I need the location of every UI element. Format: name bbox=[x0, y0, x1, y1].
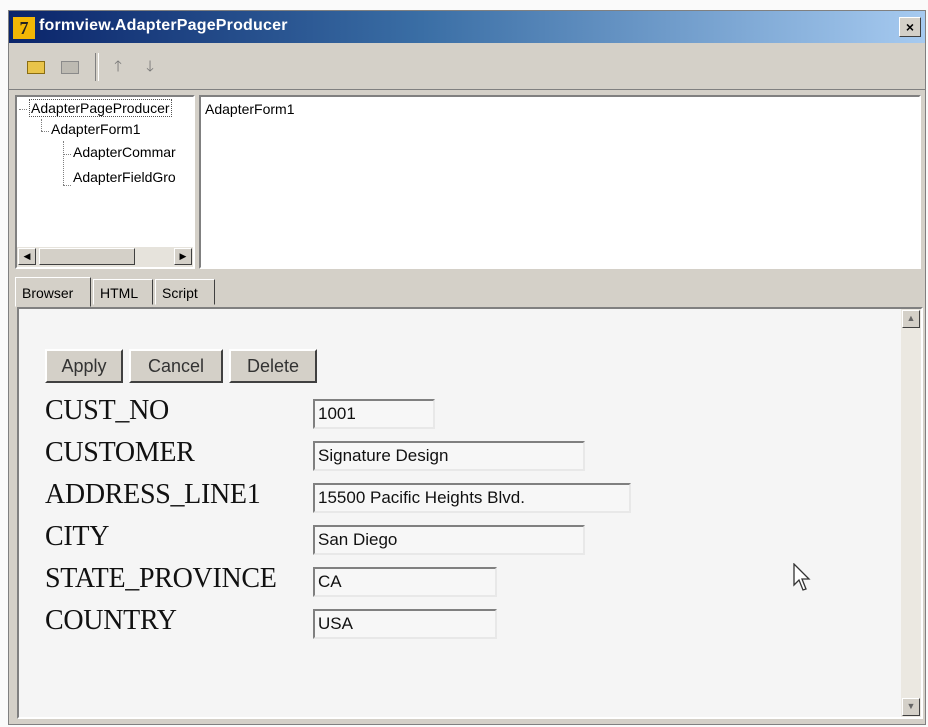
browser-vertical-scrollbar[interactable]: ▲ ▼ bbox=[901, 309, 921, 717]
delete-folder-icon bbox=[61, 61, 79, 74]
toolbar-separator bbox=[95, 53, 99, 81]
scroll-left-button[interactable]: ◀ bbox=[18, 248, 36, 265]
open-folder-icon bbox=[27, 61, 45, 74]
scroll-thumb[interactable] bbox=[39, 248, 135, 265]
browser-preview-panel: Apply Cancel Delete CUST_NO 1001 CUSTOME… bbox=[17, 307, 923, 719]
window-title: formview.AdapterPageProducer bbox=[39, 17, 288, 34]
apply-button[interactable]: Apply bbox=[45, 349, 123, 383]
designer-window: 7 formview.AdapterPageProducer × 🡑 🡓 Ada… bbox=[8, 10, 926, 725]
input-cust-no[interactable]: 1001 bbox=[313, 399, 435, 429]
tree-connector bbox=[63, 185, 71, 186]
label-address-line1: ADDRESS_LINE1 bbox=[45, 479, 261, 510]
delphi-app-icon: 7 bbox=[13, 17, 35, 39]
scroll-down-button[interactable]: ▼ bbox=[902, 698, 920, 716]
tab-script[interactable]: Script bbox=[155, 279, 215, 305]
label-country: COUNTRY bbox=[45, 605, 177, 636]
tree-item-adapterform1[interactable]: AdapterForm1 bbox=[51, 121, 140, 137]
tab-html[interactable]: HTML bbox=[93, 279, 153, 305]
cancel-button[interactable]: Cancel bbox=[129, 349, 223, 383]
component-tree[interactable]: AdapterPageProducer AdapterForm1 Adapter… bbox=[15, 95, 195, 269]
tree-item-adaptercommand[interactable]: AdapterCommar bbox=[73, 144, 176, 160]
input-address-line1[interactable]: 15500 Pacific Heights Blvd. bbox=[313, 483, 631, 513]
structure-preview[interactable]: AdapterForm1 bbox=[199, 95, 921, 269]
new-item-button[interactable] bbox=[21, 55, 47, 79]
scroll-up-button[interactable]: ▲ bbox=[902, 310, 920, 328]
title-bar[interactable]: 7 formview.AdapterPageProducer × bbox=[9, 11, 925, 43]
delete-item-button[interactable] bbox=[55, 55, 81, 79]
tree-connector bbox=[41, 131, 49, 132]
input-customer[interactable]: Signature Design bbox=[313, 441, 585, 471]
tab-browser[interactable]: Browser bbox=[15, 277, 91, 307]
tree-item-adapterfieldgroup[interactable]: AdapterFieldGro bbox=[73, 169, 176, 185]
label-city: CITY bbox=[45, 521, 110, 552]
tree-horizontal-scrollbar[interactable]: ◀ ▶ bbox=[17, 247, 193, 267]
input-state-province[interactable]: CA bbox=[313, 567, 497, 597]
tree-item-adapterpageproducer[interactable]: AdapterPageProducer bbox=[29, 99, 172, 117]
tree-connector bbox=[19, 109, 27, 110]
tree-connector bbox=[63, 141, 64, 185]
tree-connector bbox=[41, 119, 42, 131]
input-city[interactable]: San Diego bbox=[313, 525, 585, 555]
move-down-button[interactable]: 🡓 bbox=[137, 55, 163, 79]
label-cust-no: CUST_NO bbox=[45, 395, 169, 426]
arrow-up-icon: 🡑 bbox=[114, 58, 122, 75]
scroll-right-button[interactable]: ▶ bbox=[174, 248, 192, 265]
toolbar: 🡑 🡓 bbox=[9, 45, 925, 90]
input-country[interactable]: USA bbox=[313, 609, 497, 639]
label-state-province: STATE_PROVINCE bbox=[45, 563, 277, 594]
tree-connector bbox=[63, 154, 71, 155]
move-up-button[interactable]: 🡑 bbox=[105, 55, 131, 79]
label-customer: CUSTOMER bbox=[45, 437, 195, 468]
close-button[interactable]: × bbox=[899, 17, 921, 37]
preview-item-adapterform1[interactable]: AdapterForm1 bbox=[205, 101, 294, 117]
delete-button[interactable]: Delete bbox=[229, 349, 317, 383]
mouse-cursor-icon bbox=[793, 563, 811, 591]
arrow-down-icon: 🡓 bbox=[146, 58, 154, 75]
